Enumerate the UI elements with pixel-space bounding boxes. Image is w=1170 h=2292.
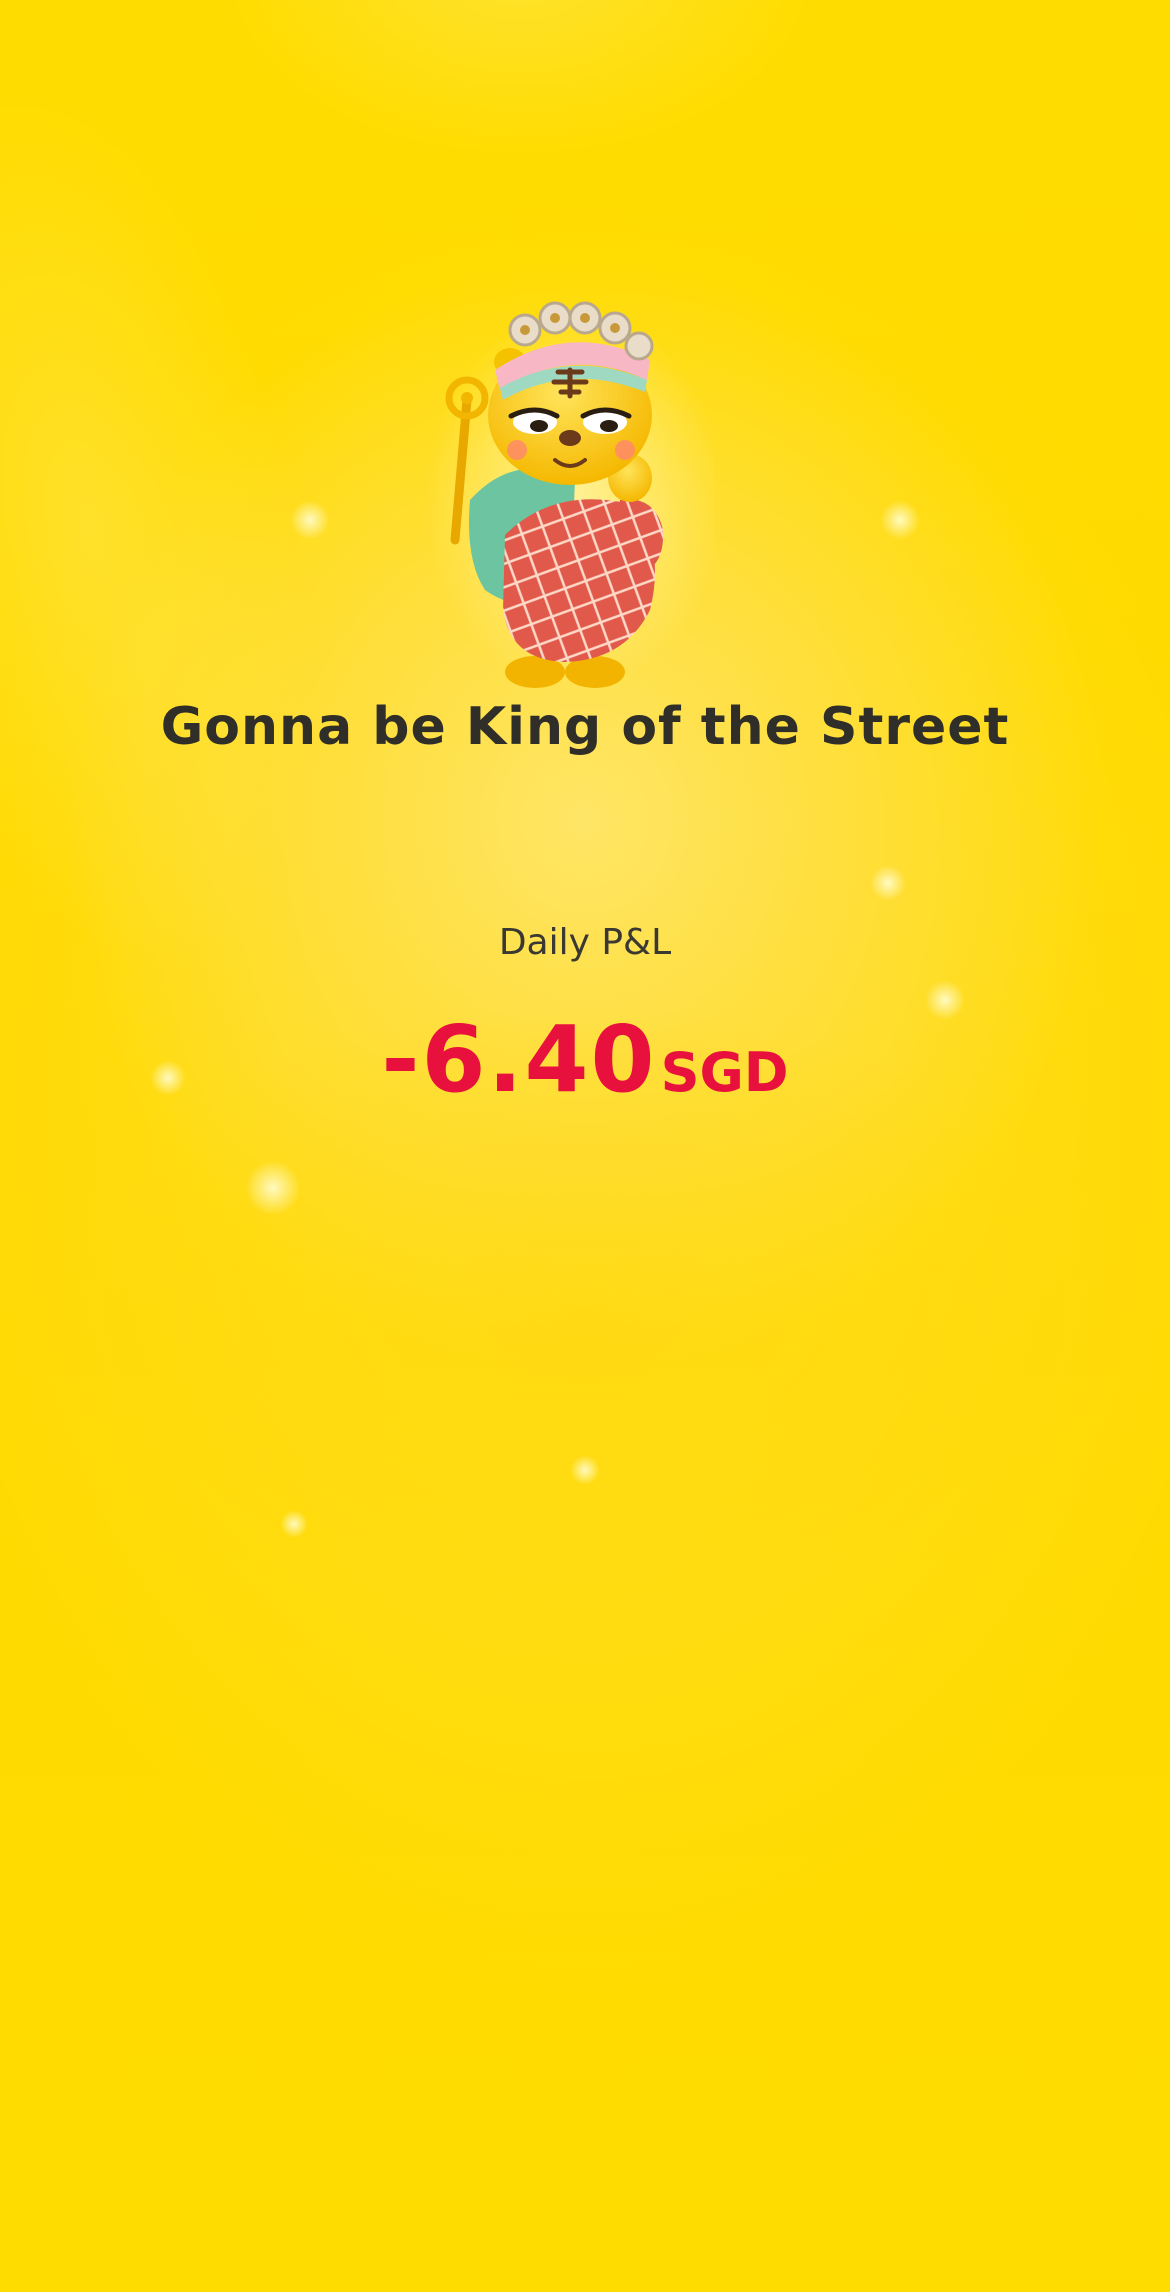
share-card-background: Gonna be King of the Street Daily P&L -6… [0, 0, 1170, 2292]
tiger-king-mascot-icon [425, 301, 715, 690]
share-headline: Gonna be King of the Street [160, 697, 1010, 757]
background-swirl [220, 0, 820, 160]
sparkle-dot [290, 500, 330, 540]
sparkle-dot [880, 500, 920, 540]
daily-pnl-currency: SGD [660, 1041, 789, 1104]
sparkle-dot [570, 1455, 600, 1485]
daily-pnl-amount: -6.40 [381, 1006, 657, 1113]
sparkle-dot [280, 1510, 308, 1538]
background-swirl [0, 46, 389, 1014]
daily-pnl-value: -6.40SGD [0, 1005, 1170, 1128]
daily-pnl-label: Daily P&L [498, 922, 672, 963]
sparkle-dot [245, 1160, 301, 1216]
sparkle-dot [870, 865, 906, 901]
